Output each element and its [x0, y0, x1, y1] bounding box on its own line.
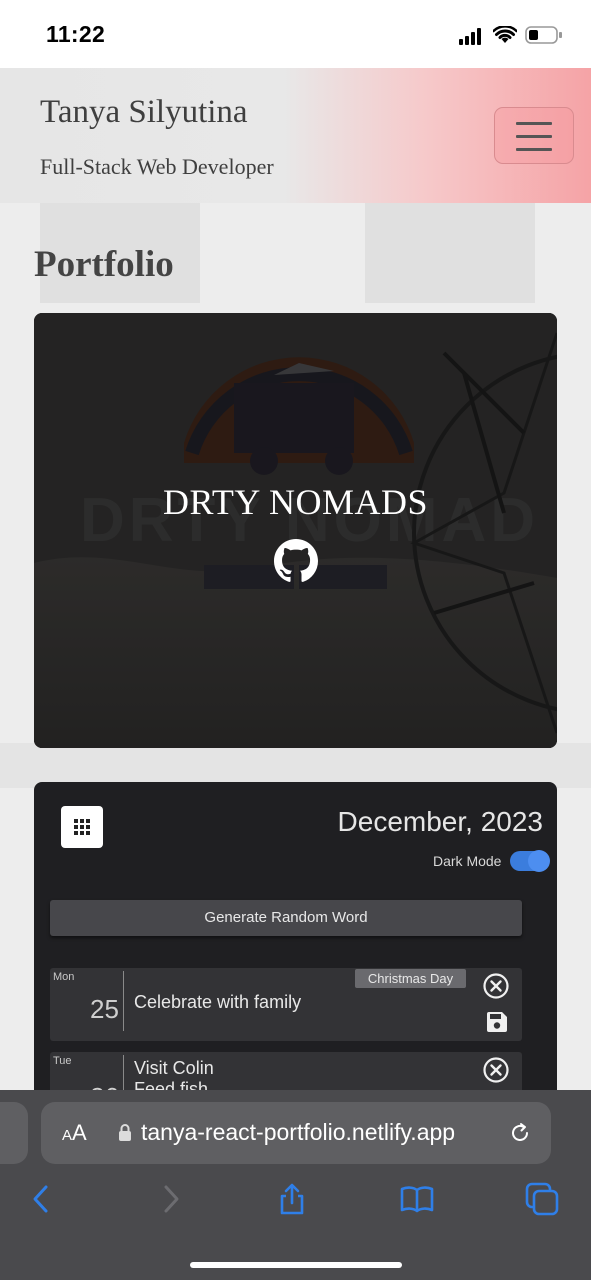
day-event[interactable]: Visit Colin: [134, 1058, 214, 1079]
generate-random-word-button[interactable]: Generate Random Word: [50, 900, 522, 936]
browser-toolbar: AA tanya-react-portfolio.netlify.app: [0, 1090, 591, 1280]
day-divider: [123, 971, 124, 1031]
home-indicator: [190, 1262, 402, 1268]
battery-icon: [525, 26, 562, 44]
status-bar: 11:22: [0, 0, 591, 68]
menu-toggle-button[interactable]: [494, 107, 574, 164]
reload-icon[interactable]: [508, 1121, 532, 1145]
forward-icon[interactable]: [152, 1181, 188, 1217]
day-event[interactable]: Celebrate with family: [134, 992, 301, 1013]
site-header: Tanya Silyutina Full-Stack Web Developer: [0, 68, 591, 203]
dark-mode-label: Dark Mode: [433, 853, 502, 869]
bookmarks-icon[interactable]: [399, 1181, 435, 1217]
status-time: 11:22: [46, 21, 106, 47]
status-icons: [455, 24, 565, 48]
grid-icon: [74, 819, 90, 835]
day-event[interactable]: Feed fish: [134, 1079, 208, 1090]
dark-mode-toggle[interactable]: [510, 850, 550, 872]
day-divider: [123, 1055, 124, 1090]
day-date: 25: [90, 994, 119, 1024]
project-screenshot-image: DRTY NOMAD: [34, 313, 557, 748]
project-title: DRTY NOMADS: [162, 482, 429, 522]
main-content: Portfolio DRTY NOMADS December, 2023 Dar…: [0, 203, 591, 1090]
calendar-month-title: December, 2023: [337, 806, 543, 837]
save-icon[interactable]: [485, 1010, 509, 1034]
lock-icon: [119, 1124, 131, 1141]
app-grid-button[interactable]: [61, 806, 103, 848]
share-icon[interactable]: [274, 1181, 310, 1217]
wifi-icon: [493, 26, 517, 43]
signal-icon: [459, 28, 481, 45]
previous-tab-preview[interactable]: [0, 1102, 28, 1164]
project-card-calendar[interactable]: December, 2023 Dark Mode Generate Random…: [34, 782, 557, 1090]
day-row[interactable]: Mon 25 Celebrate with family Christmas D…: [50, 968, 522, 1041]
portfolio-heading: Portfolio: [34, 244, 174, 285]
back-icon[interactable]: [24, 1181, 60, 1217]
delete-event-icon[interactable]: [483, 973, 509, 999]
toggle-knob: [528, 850, 550, 872]
tabs-icon[interactable]: [524, 1181, 560, 1217]
text-size-button[interactable]: AA: [62, 1120, 87, 1146]
address-bar[interactable]: AA tanya-react-portfolio.netlify.app: [41, 1102, 551, 1164]
day-date: 26: [90, 1082, 119, 1090]
github-icon[interactable]: [274, 539, 318, 583]
holiday-badge: Christmas Day: [355, 969, 466, 988]
site-title[interactable]: Tanya Silyutina: [40, 94, 248, 131]
site-subtitle: Full-Stack Web Developer: [40, 154, 274, 179]
project-card-drty-nomads[interactable]: DRTY NOMAD DRTY NOMADS: [34, 313, 557, 748]
day-row[interactable]: Tue 26 Visit Colin Feed fish: [50, 1052, 522, 1090]
delete-event-icon[interactable]: [483, 1057, 509, 1083]
url-text[interactable]: tanya-react-portfolio.netlify.app: [141, 1119, 455, 1146]
day-weekday: Tue: [53, 1055, 72, 1067]
background-shape: [365, 203, 535, 303]
day-weekday: Mon: [53, 971, 75, 983]
